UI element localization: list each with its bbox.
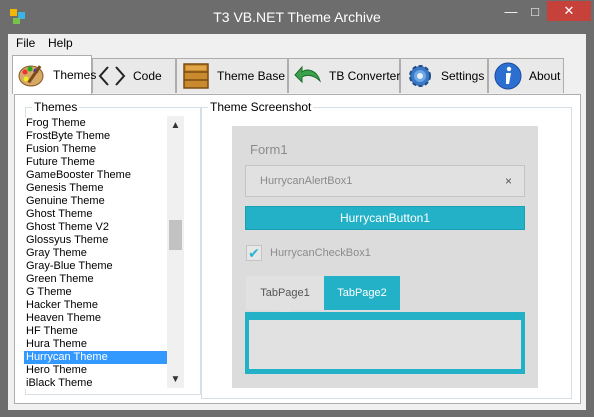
menu-help[interactable]: Help bbox=[48, 36, 73, 50]
list-item[interactable]: Heaven Theme bbox=[24, 312, 167, 325]
list-item[interactable]: Genesis Theme bbox=[24, 182, 167, 195]
close-button[interactable]: ✕ bbox=[547, 1, 591, 21]
preview-alert-text: HurrycanAlertBox1 bbox=[260, 175, 353, 187]
list-item[interactable]: Hacker Theme bbox=[24, 299, 167, 312]
list-item[interactable]: Gray-Blue Theme bbox=[24, 260, 167, 273]
palette-icon bbox=[17, 60, 47, 90]
list-item[interactable]: Frog Theme bbox=[24, 117, 167, 130]
preview-tab-strip: TabPage1 TabPage2 bbox=[246, 276, 526, 316]
tab-label: Settings bbox=[441, 69, 485, 83]
theme-screenshot-preview: Form1 HurrycanAlertBox1 × HurrycanButton… bbox=[232, 126, 538, 388]
scroll-up-arrow-icon[interactable]: ▲ bbox=[167, 118, 184, 132]
tab-code[interactable]: Code bbox=[92, 58, 176, 93]
list-item[interactable]: GameBooster Theme bbox=[24, 169, 167, 182]
tab-tb-converter[interactable]: TB Converter bbox=[288, 58, 400, 93]
arrow-back-icon bbox=[293, 61, 323, 91]
info-icon bbox=[493, 61, 523, 91]
crate-icon bbox=[181, 61, 211, 91]
tab-label: About bbox=[529, 69, 561, 83]
preview-form-title: Form1 bbox=[250, 142, 288, 157]
list-item[interactable]: Hero Theme bbox=[24, 364, 167, 377]
tab-label: TB Converter bbox=[329, 69, 401, 83]
preview-checkbox-label: HurrycanCheckBox1 bbox=[270, 247, 371, 259]
tab-label: Themes bbox=[53, 68, 97, 82]
screenshot-group-label: Theme Screenshot bbox=[208, 100, 314, 114]
checkmark-icon: ✔ bbox=[246, 245, 262, 261]
themes-scrollbar[interactable]: ▲ ▼ bbox=[167, 116, 184, 388]
themes-group-label: Themes bbox=[32, 100, 80, 114]
tab-label: Code bbox=[133, 69, 162, 83]
list-item-selected[interactable]: Hurrycan Theme bbox=[24, 351, 167, 364]
list-item[interactable]: Fusion Theme bbox=[24, 143, 167, 156]
list-item[interactable]: G Theme bbox=[24, 286, 167, 299]
minimize-button[interactable]: — bbox=[498, 1, 524, 21]
tab-settings[interactable]: Settings bbox=[400, 58, 488, 93]
tab-themes[interactable]: Themes bbox=[12, 55, 96, 94]
menu-bar: File Help bbox=[8, 34, 586, 52]
preview-checkbox-row: ✔ HurrycanCheckBox1 bbox=[246, 244, 371, 262]
list-item[interactable]: Glossyus Theme bbox=[24, 234, 167, 247]
preview-tab-page2: TabPage2 bbox=[324, 276, 400, 310]
scroll-down-arrow-icon[interactable]: ▼ bbox=[167, 372, 184, 386]
list-item[interactable]: Future Theme bbox=[24, 156, 167, 169]
scroll-thumb[interactable] bbox=[169, 220, 182, 250]
preview-button: HurrycanButton1 bbox=[245, 206, 525, 230]
preview-tab-page1: TabPage1 bbox=[246, 276, 324, 310]
themes-listbox[interactable]: Frog Theme FrostByte Theme Fusion Theme … bbox=[24, 117, 167, 389]
list-item[interactable]: Genuine Theme bbox=[24, 195, 167, 208]
title-bar[interactable]: T3 VB.NET Theme Archive — □ ✕ bbox=[0, 0, 594, 34]
list-item[interactable]: Ghost Theme bbox=[24, 208, 167, 221]
list-item[interactable]: Gray Theme bbox=[24, 247, 167, 260]
list-item[interactable]: FrostByte Theme bbox=[24, 130, 167, 143]
list-item[interactable]: Hura Theme bbox=[24, 338, 167, 351]
list-item[interactable]: Ghost Theme V2 bbox=[24, 221, 167, 234]
list-item[interactable]: Green Theme bbox=[24, 273, 167, 286]
close-icon: × bbox=[504, 174, 512, 188]
preview-alert-box: HurrycanAlertBox1 × bbox=[245, 165, 525, 197]
list-item[interactable]: HF Theme bbox=[24, 325, 167, 338]
menu-file[interactable]: File bbox=[16, 36, 35, 50]
tab-theme-base[interactable]: Theme Base bbox=[176, 58, 288, 93]
preview-tab-panel-content bbox=[249, 320, 521, 369]
preview-tab-panel bbox=[245, 312, 525, 374]
gear-icon bbox=[405, 61, 435, 91]
tab-about[interactable]: About bbox=[488, 58, 564, 93]
code-brackets-icon bbox=[97, 61, 127, 91]
app-window: T3 VB.NET Theme Archive — □ ✕ File Help … bbox=[0, 0, 594, 417]
list-item[interactable]: iBlack Theme bbox=[24, 377, 167, 389]
tab-label: Theme Base bbox=[217, 69, 286, 83]
maximize-button[interactable]: □ bbox=[524, 1, 546, 21]
